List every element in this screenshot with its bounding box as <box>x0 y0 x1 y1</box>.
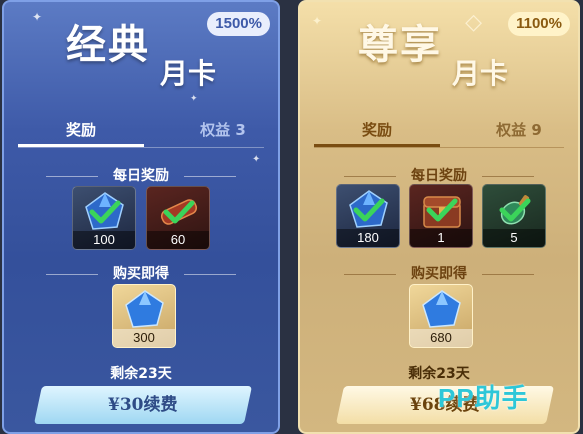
blue-diamond-icon <box>422 290 461 328</box>
watermark-logo: PP助手 <box>438 383 529 413</box>
tab-divider <box>18 147 264 148</box>
blue-diamond-icon <box>125 290 164 328</box>
sparkle-icon: ✦ <box>252 154 261 165</box>
card-title: 尊享 <box>358 21 442 68</box>
tab-rewards[interactable]: 奖励 <box>18 117 144 147</box>
bonus-badge: 1500% <box>207 12 270 36</box>
daily-reward-item[interactable]: 180 <box>336 184 400 248</box>
tab-divider <box>314 147 564 148</box>
card-tabs: 奖励 权益 9 <box>314 117 564 149</box>
purchase-rewards-title: 购买即得 <box>4 263 278 283</box>
daily-reward-item[interactable]: 1 <box>409 184 473 248</box>
card-subtitle: 月卡 <box>160 57 217 90</box>
sparkle-icon: ✦ <box>32 10 43 24</box>
item-count: 5 <box>483 229 545 247</box>
item-count: 1 <box>410 229 472 247</box>
checkmark-icon <box>89 200 121 224</box>
card-subtitle: 月卡 <box>452 57 509 90</box>
diamond-decoration-icon: ◇ <box>465 10 482 35</box>
remaining-days: 剩余23天 <box>110 366 172 382</box>
checkmark-icon <box>426 198 458 222</box>
checkmark-icon <box>163 200 195 224</box>
purchase-reward-item[interactable]: 300 <box>112 284 176 348</box>
sparkle-icon: ✦ <box>190 94 198 104</box>
purchase-reward-item[interactable]: 680 <box>409 284 473 348</box>
premium-monthly-card: ✦ ◇ 尊享 月卡 1100% 奖励 权益 9 每日奖励 180 1 5 购买即… <box>298 0 580 434</box>
item-count: 100 <box>73 231 135 249</box>
item-count: 680 <box>410 329 472 347</box>
item-count: 300 <box>113 329 175 347</box>
tab-benefits[interactable]: 权益 3 <box>168 117 278 147</box>
purchase-rewards-title: 购买即得 <box>300 263 578 283</box>
item-count: 180 <box>337 229 399 247</box>
renew-button[interactable]: ¥30续费 <box>33 386 253 424</box>
daily-rewards-title: 每日奖励 <box>300 165 578 185</box>
daily-reward-item[interactable]: 5 <box>482 184 546 248</box>
sparkle-icon: ✦ <box>312 14 323 28</box>
daily-reward-item[interactable]: 60 <box>146 186 210 250</box>
daily-rewards-title: 每日奖励 <box>4 165 278 185</box>
checkmark-icon <box>353 198 385 222</box>
card-tabs: 奖励 权益 3 <box>18 117 264 149</box>
daily-reward-item[interactable]: 100 <box>72 186 136 250</box>
bonus-badge: 1100% <box>508 12 570 36</box>
classic-monthly-card: ✦ ✦ ✦ 经典 月卡 1500% 奖励 权益 3 每日奖励 100 60 购买… <box>2 0 280 434</box>
checkmark-icon <box>499 198 531 222</box>
tab-benefits[interactable]: 权益 9 <box>464 117 574 147</box>
item-count: 60 <box>147 231 209 249</box>
card-title: 经典 <box>66 21 150 68</box>
tab-rewards[interactable]: 奖励 <box>314 117 440 147</box>
